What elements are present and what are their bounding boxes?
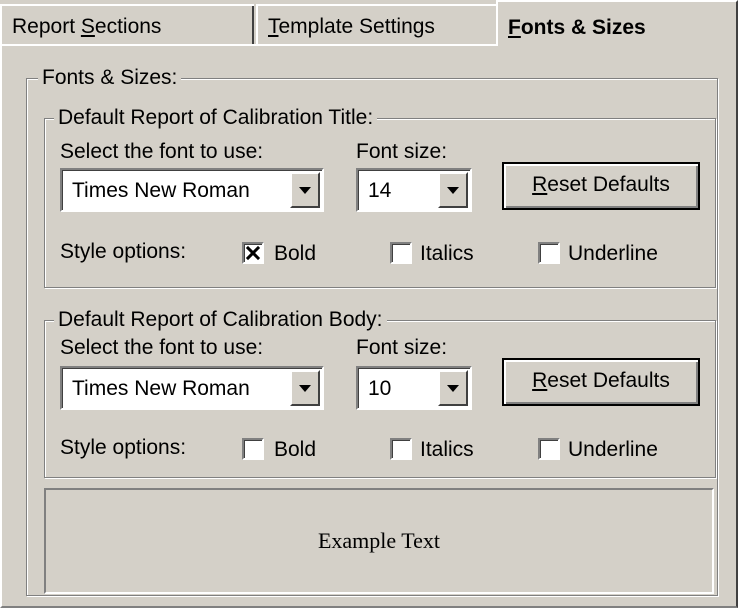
tab-report-sections[interactable]: Report Sections [0, 4, 254, 44]
title-size-label: Font size: [356, 140, 448, 163]
title-bold-checkbox[interactable] [242, 242, 264, 264]
body-size-value: 10 [368, 377, 392, 400]
body-font-group-legend: Default Report of Calibration Body: [54, 308, 387, 332]
title-font-value: Times New Roman [72, 179, 250, 202]
chevron-down-icon[interactable] [438, 370, 468, 406]
tab-fonts-sizes-label: Fonts & Sizes [508, 16, 646, 39]
title-reset-defaults-button[interactable]: Reset Defaults [502, 162, 700, 210]
title-italics-label: Italics [420, 242, 474, 265]
body-reset-defaults-button[interactable]: Reset Defaults [502, 358, 700, 406]
body-bold-checkbox[interactable] [242, 438, 264, 460]
title-italics-checkbox[interactable] [390, 242, 412, 264]
body-italics-label: Italics [420, 438, 474, 461]
tab-template-settings-label: Template Settings [268, 15, 435, 38]
checkmark-icon [245, 245, 261, 261]
title-underline-label: Underline [568, 242, 658, 265]
title-bold-label: Bold [274, 242, 317, 265]
body-bold-label: Bold [274, 438, 317, 461]
title-size-select[interactable]: 14 [356, 168, 472, 212]
title-reset-defaults-label: Reset Defaults [532, 173, 670, 196]
fonts-sizes-group-title: Fonts & Sizes: [38, 66, 182, 90]
chevron-down-icon[interactable] [290, 172, 320, 208]
example-preview: Example Text [44, 488, 714, 594]
body-underline-label: Underline [568, 438, 658, 461]
title-font-select[interactable]: Times New Roman [60, 168, 324, 212]
title-style-label: Style options: [60, 240, 187, 263]
tab-template-settings[interactable]: Template Settings [256, 4, 496, 44]
title-font-label: Select the font to use: [60, 140, 264, 163]
body-font-value: Times New Roman [72, 377, 250, 400]
title-font-group-legend: Default Report of Calibration Title: [54, 106, 378, 130]
body-style-label: Style options: [60, 436, 187, 459]
tab-divider [252, 6, 254, 46]
example-text: Example Text [317, 528, 441, 553]
body-size-select[interactable]: 10 [356, 366, 472, 410]
chevron-down-icon[interactable] [438, 172, 468, 208]
body-font-label: Select the font to use: [60, 336, 264, 359]
body-italics-checkbox[interactable] [390, 438, 412, 460]
tab-report-sections-label: Report Sections [12, 15, 162, 38]
body-size-label: Font size: [356, 336, 448, 359]
title-size-value: 14 [368, 179, 392, 202]
tab-panel-fonts-sizes: Fonts & Sizes: Default Report of Calibra… [0, 44, 738, 608]
body-underline-checkbox[interactable] [538, 438, 560, 460]
chevron-down-icon[interactable] [290, 370, 320, 406]
title-underline-checkbox[interactable] [538, 242, 560, 264]
tab-fonts-sizes[interactable]: Fonts & Sizes [496, 0, 738, 46]
body-reset-defaults-label: Reset Defaults [532, 369, 670, 392]
tab-strip-line [0, 44, 496, 46]
body-font-select[interactable]: Times New Roman [60, 366, 324, 410]
